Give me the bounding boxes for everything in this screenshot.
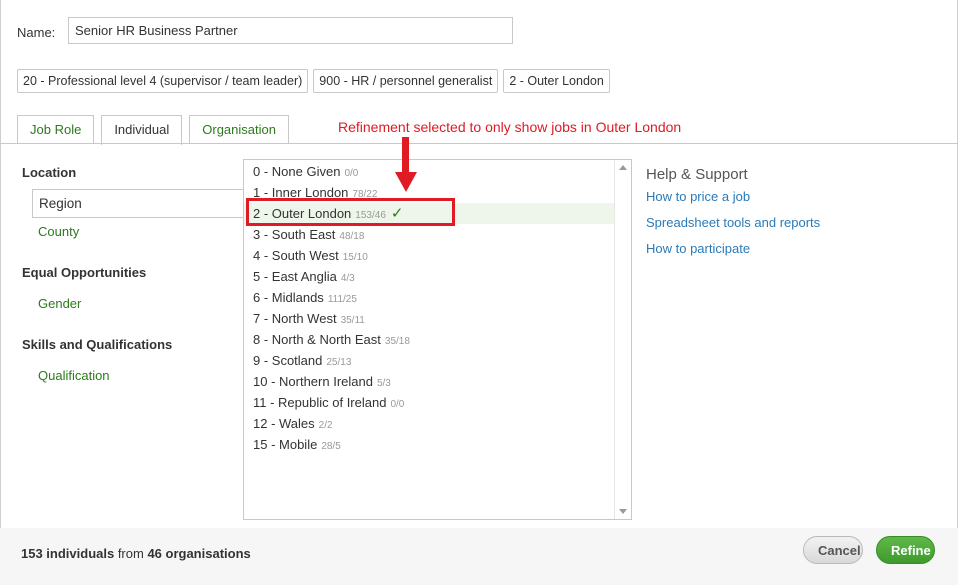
tab-bar: Job Role Individual Organisation [17, 115, 289, 145]
annotation-arrow-head-icon [395, 172, 417, 192]
scroll-up-icon[interactable] [619, 165, 627, 170]
region-item[interactable]: 9 - Scotland 25/13 [244, 350, 615, 371]
region-label: 12 - Wales [253, 416, 315, 431]
region-item[interactable]: 0 - None Given 0/0 [244, 161, 615, 182]
annotation-highlight-box [246, 198, 455, 226]
region-count: 0/0 [390, 399, 405, 410]
help-title: Help & Support [646, 166, 748, 183]
region-item[interactable]: 7 - North West 35/11 [244, 308, 615, 329]
region-label: 7 - North West [253, 311, 337, 326]
region-count: 111/25 [327, 294, 357, 305]
tab-job-role[interactable]: Job Role [17, 115, 95, 144]
region-label: 15 - Mobile [253, 437, 318, 452]
name-input[interactable] [68, 17, 513, 44]
region-item[interactable]: 5 - East Anglia 4/3 [244, 266, 615, 287]
region-item[interactable]: 6 - Midlands 111/25 [244, 287, 615, 308]
region-count: 2/2 [318, 420, 333, 431]
region-label: 9 - Scotland [253, 353, 323, 368]
region-label: 3 - South East [253, 227, 336, 242]
individuals-count: 153 individuals [21, 546, 115, 561]
name-label: Name: [17, 25, 56, 40]
summary-from: from [114, 546, 148, 561]
region-item[interactable]: 15 - Mobile 28/5 [244, 434, 615, 455]
chip-region[interactable]: 2 - Outer London [503, 69, 610, 93]
location-heading: Location [22, 165, 77, 180]
region-label: 5 - East Anglia [253, 269, 337, 284]
region-item[interactable]: 12 - Wales 2/2 [244, 413, 615, 434]
cancel-button[interactable]: Cancel [803, 536, 863, 564]
region-item[interactable]: 8 - North & North East 35/18 [244, 329, 615, 350]
tab-divider [0, 143, 958, 144]
region-count: 4/3 [340, 273, 355, 284]
region-count: 0/0 [344, 168, 359, 179]
equal-opportunities-heading: Equal Opportunities [22, 265, 147, 280]
region-count: 48/18 [339, 231, 365, 242]
annotation-text: Refinement selected to only show jobs in… [338, 119, 682, 135]
selected-refinements: 20 - Professional level 4 (supervisor / … [17, 69, 610, 93]
region-count: 15/10 [342, 252, 368, 263]
region-count: 35/11 [340, 315, 365, 326]
tab-individual[interactable]: Individual [101, 115, 183, 145]
region-label: 11 - Republic of Ireland [253, 395, 387, 410]
tab-organisation[interactable]: Organisation [189, 115, 289, 144]
region-count: 5/3 [376, 378, 391, 389]
region-label: 0 - None Given [253, 164, 341, 179]
qualification-filter-link[interactable]: Qualification [38, 368, 110, 383]
region-label: 8 - North & North East [253, 332, 381, 347]
help-link-price-job[interactable]: How to price a job [646, 189, 750, 204]
skills-heading: Skills and Qualifications [22, 337, 173, 352]
scroll-down-icon[interactable] [619, 509, 627, 514]
refine-button[interactable]: Refine [876, 536, 935, 564]
region-filter-selected[interactable]: Region [32, 189, 244, 218]
annotation-arrow-icon [402, 137, 409, 173]
region-count: 25/13 [326, 357, 352, 368]
region-count: 28/5 [321, 441, 341, 452]
help-link-spreadsheet-tools[interactable]: Spreadsheet tools and reports [646, 215, 820, 230]
organisations-count: 46 organisations [147, 546, 251, 561]
gender-filter-link[interactable]: Gender [38, 296, 81, 311]
region-item[interactable]: 4 - South West 15/10 [244, 245, 615, 266]
county-filter-link[interactable]: County [38, 224, 79, 239]
list-scrollbar[interactable] [614, 160, 631, 519]
region-label: 4 - South West [253, 248, 339, 263]
region-label: 10 - Northern Ireland [253, 374, 373, 389]
chip-level[interactable]: 20 - Professional level 4 (supervisor / … [17, 69, 309, 93]
result-summary: 153 individuals from 46 organisations [21, 546, 251, 561]
region-item[interactable]: 3 - South East 48/18 [244, 224, 615, 245]
help-link-participate[interactable]: How to participate [646, 241, 750, 256]
chip-function[interactable]: 900 - HR / personnel generalist [313, 69, 499, 93]
region-item[interactable]: 11 - Republic of Ireland 0/0 [244, 392, 615, 413]
region-item[interactable]: 10 - Northern Ireland 5/3 [244, 371, 615, 392]
region-label: 6 - Midlands [253, 290, 324, 305]
region-count: 35/18 [384, 336, 410, 347]
